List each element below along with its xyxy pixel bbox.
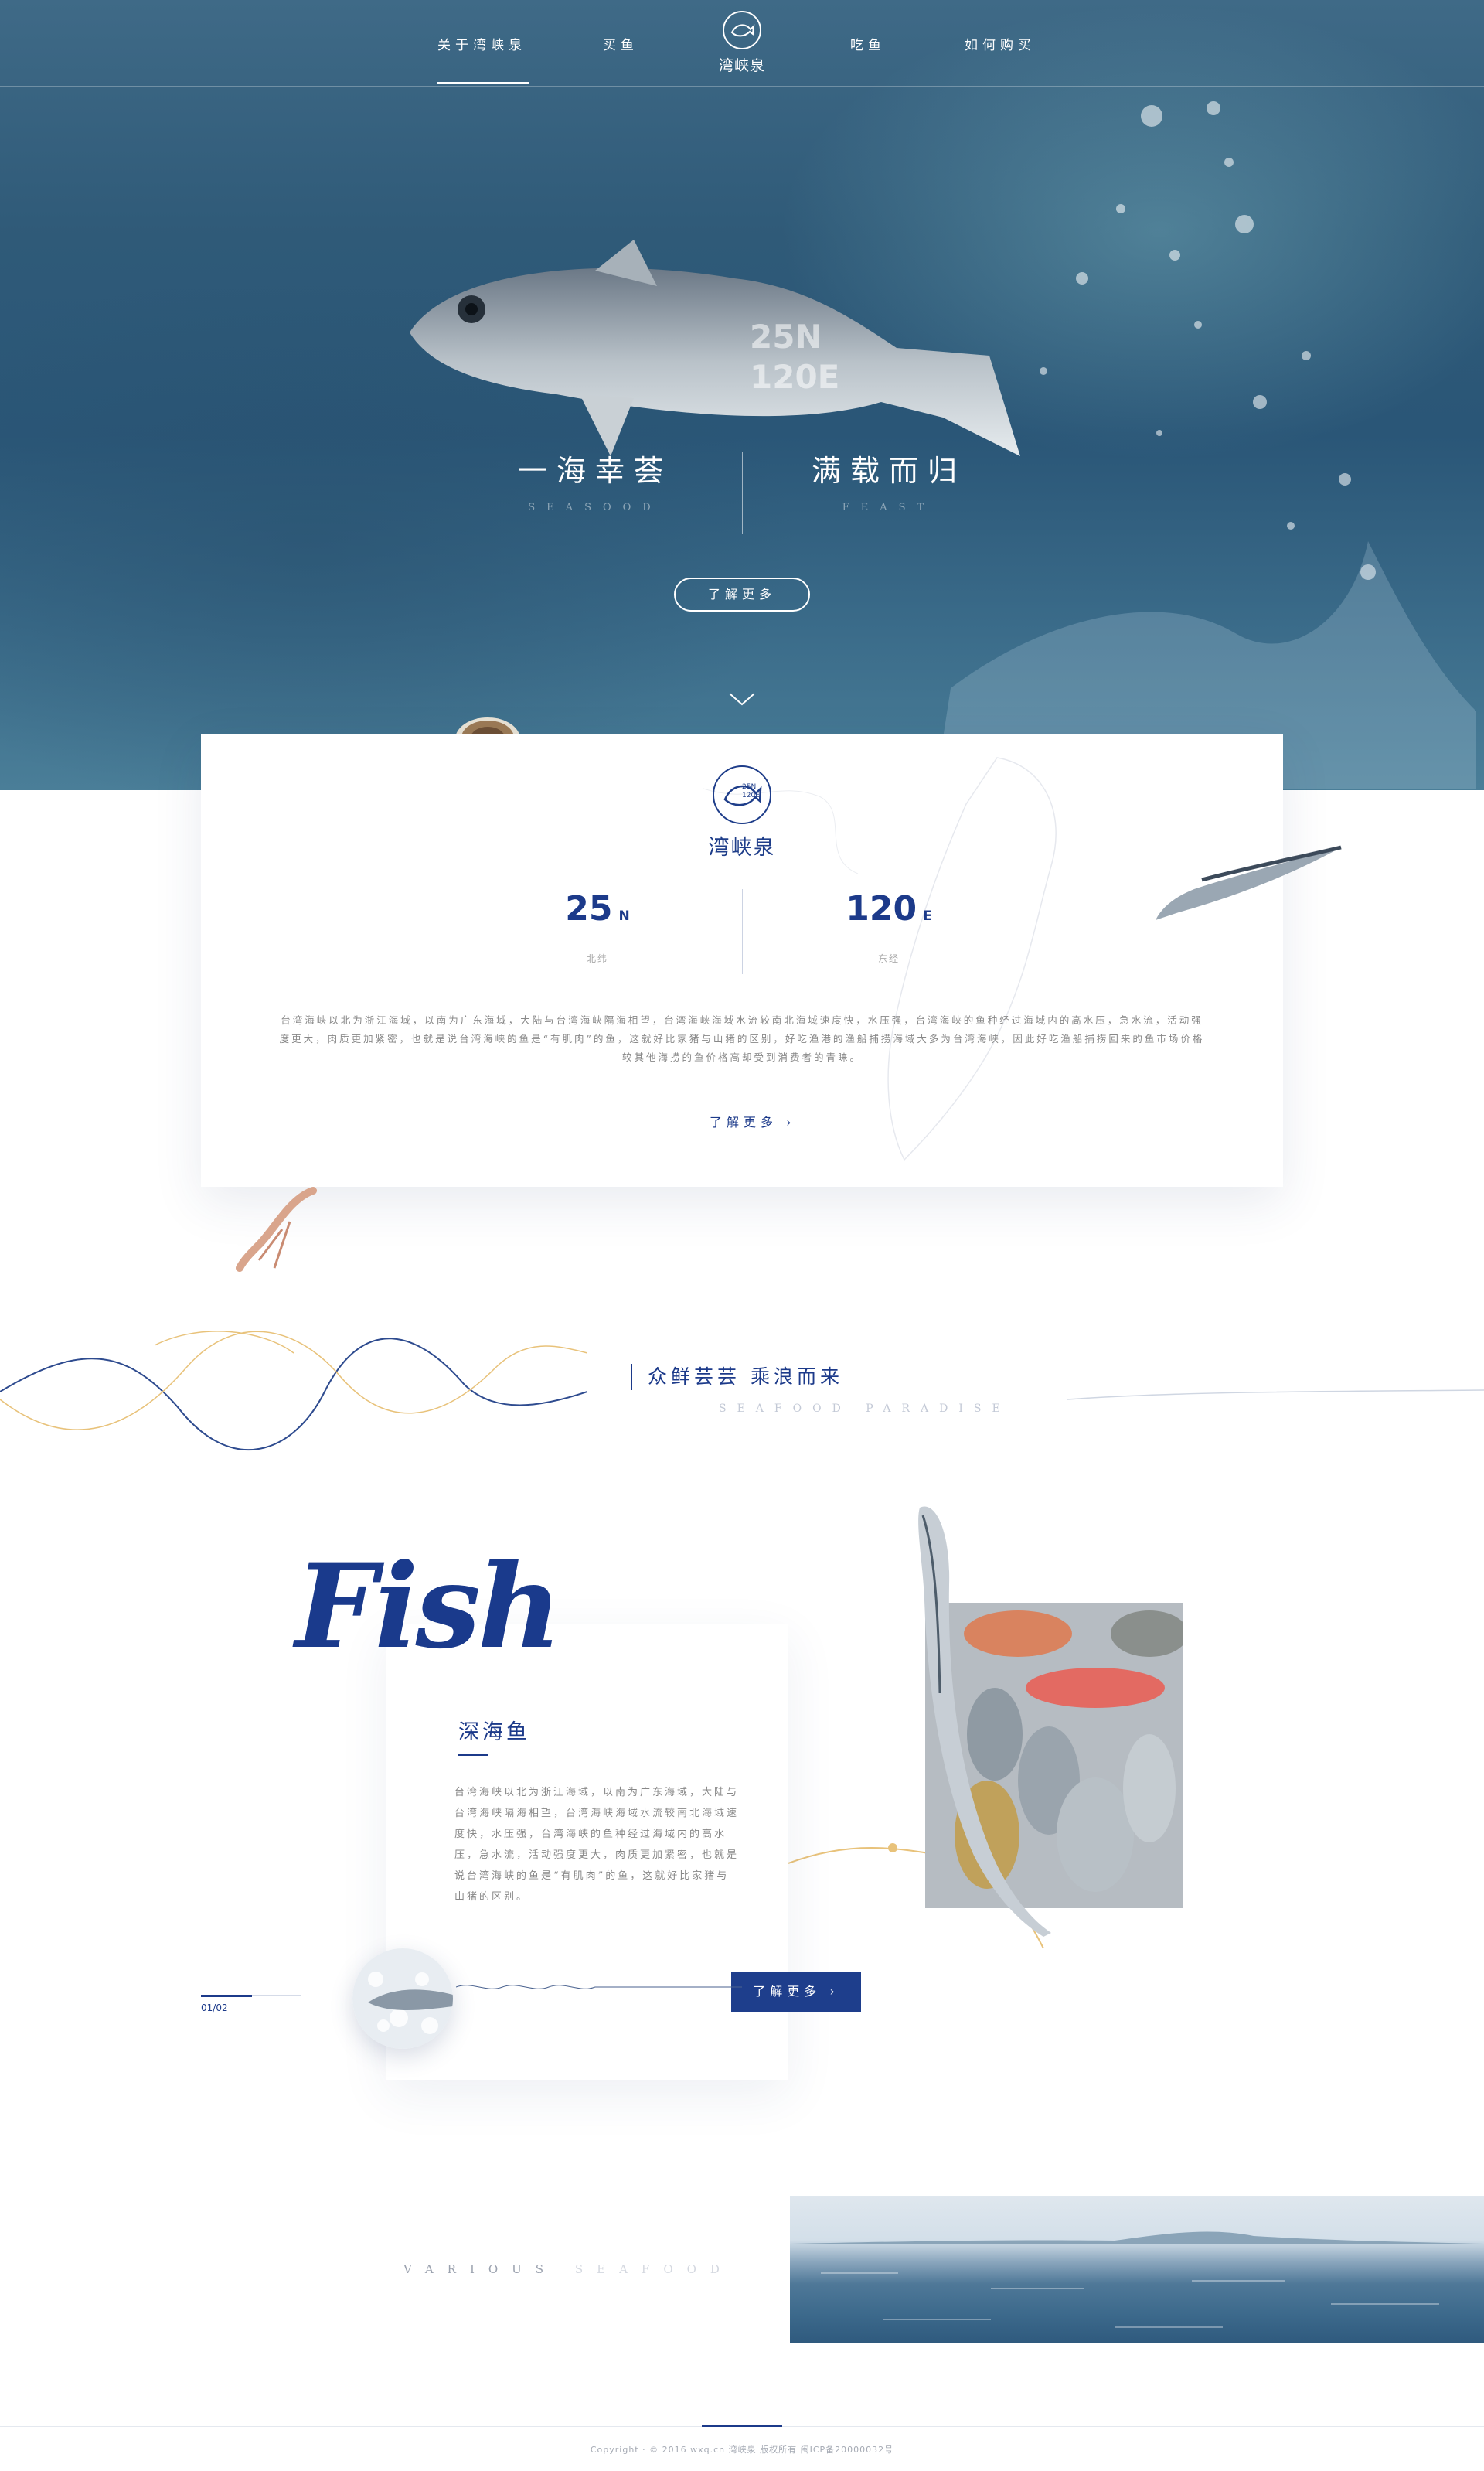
stat-latitude-value: 25 [565,889,613,929]
stat-longitude-label: 东经 [877,953,900,964]
intro-paragraph: 台湾海峡以北为浙江海域，以南为广东海域，大陆与台湾海峡隔海相望，台湾海峡海域水流… [279,1014,1205,1063]
nav-item-about[interactable]: 关于湾峡泉 [437,34,529,84]
hero-coord-line-1: 25N [750,318,822,356]
nav-logo[interactable]: 湾峡泉 [715,11,769,77]
pager-text: 01/02 [201,2002,228,2013]
deep-sea-fish-underline [458,1754,488,1756]
shrimp-image [236,1187,317,1272]
fish-badge-icon: 25N 120E [713,765,771,824]
deep-sea-learn-more-button[interactable]: 了解更多 › [731,1972,861,2012]
hero-right-subtitle: FEAST [842,502,936,513]
nav-item-eat-fish[interactable]: 吃鱼 [850,34,886,53]
hero-left-title: 一海幸荟 [517,454,672,488]
nav-logo-text: 湾峡泉 [718,57,765,74]
hero-right-title: 满载而归 [811,454,966,488]
deep-sea-fish-text: 台湾海峡以北为浙江海域，以南为广东海域，大陆与台湾海峡隔海相望，台湾海峡海域水流… [454,1787,740,1903]
intro-logo: 25N 120E 湾峡泉 [705,765,779,866]
deep-sea-fish-title: 深海鱼 [458,1720,530,1744]
nav-item-buy-fish[interactable]: 买鱼 [603,34,638,53]
stat-latitude: 25 N 北纬 [520,889,675,965]
chevron-down-icon[interactable] [727,690,757,709]
nav-item-how-to-buy[interactable]: 如何购买 [965,34,1036,53]
section-title: 众鲜芸芸 乘浪而来 [631,1364,843,1390]
fish-on-ice-image [352,1948,453,2049]
logo-badge-25n: 25N [742,783,756,791]
hero-divider [742,452,743,534]
decorative-wave-lines [0,1331,587,1451]
hero-left-block: 一海幸荟 SEASOOD [464,447,727,513]
sea-horizon-photo [790,2196,1484,2343]
ribbon-fish-image [918,1506,1051,1937]
footer-copyright: Copyright · © 2016 wxq.cn 湾峡泉 版权所有 闽ICP备… [590,2445,894,2455]
stat-longitude: 120 E 东经 [812,889,966,965]
logo-badge-120e: 120E [742,792,760,799]
decorative-wavy-line [456,1985,742,1989]
stat-latitude-unit: N [618,908,630,924]
stat-longitude-value: 120 [846,889,917,929]
hero-coord-line-2: 120E [750,358,840,396]
hero-right-block: 满载而归 FEAST [757,447,1020,513]
hero-left-subtitle: SEASOOD [528,502,662,513]
hero-coordinates: 25N 120E [750,317,839,397]
saury-image [1156,845,1342,920]
footer-accent-line [702,2425,782,2427]
top-nav: 关于湾峡泉 买鱼 湾峡泉 吃鱼 如何购买 [0,0,1484,87]
pager-progress [201,1995,252,1997]
various-seafood-heading: VARIOUS SEAFOOD [403,2262,733,2276]
seafood-word: SEAFOOD [574,2262,733,2276]
hero-learn-more-button[interactable]: 了解更多 [674,578,810,612]
stat-divider [742,889,743,974]
intro-logo-text: 湾峡泉 [708,836,776,860]
fish-logo-icon [723,11,761,49]
stat-longitude-unit: E [923,908,932,924]
fish-script-heading: Fish [295,1539,562,1675]
stat-latitude-label: 北纬 [586,953,608,964]
various-word: VARIOUS [403,2262,558,2276]
intro-learn-more-link[interactable]: 了解更多 › [710,1112,796,1130]
decorative-line-right [1067,1389,1484,1400]
intro-card: 25N 120E 湾峡泉 25 N 北纬 120 E 东经 台湾海峡以北为浙江海域，… [201,734,1283,1187]
hero-banner: 关于湾峡泉 买鱼 湾峡泉 吃鱼 如何购买 25N 120E 一海幸荟 SEASO… [0,0,1484,790]
section-subtitle: SEAFOOD PARADISE [719,1403,1011,1415]
